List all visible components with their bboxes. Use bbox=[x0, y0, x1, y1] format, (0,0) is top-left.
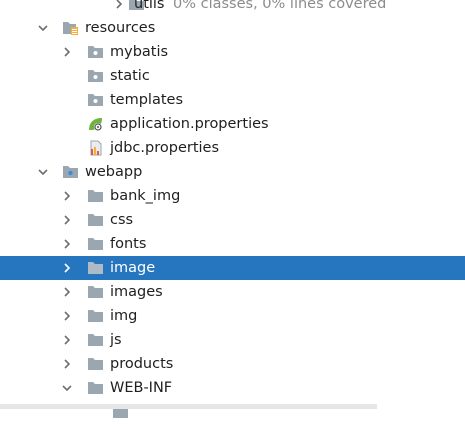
web-folder-icon bbox=[62, 164, 79, 180]
spring-leaf-icon bbox=[87, 116, 104, 132]
chevron-right-icon[interactable] bbox=[60, 208, 74, 232]
tree-node-mybatis[interactable]: mybatis bbox=[0, 40, 465, 64]
project-tree: utils 0% classes, 0% lines covered resou… bbox=[0, 0, 465, 418]
tree-node-web-inf[interactable]: WEB-INF bbox=[0, 376, 465, 400]
tree-node-jdbc-properties[interactable]: jdbc.properties bbox=[0, 136, 465, 160]
tree-node-resources[interactable]: resources bbox=[0, 16, 465, 40]
folder-icon bbox=[87, 332, 104, 348]
properties-file-icon bbox=[87, 140, 104, 156]
tree-node-label: WEB-INF bbox=[110, 380, 173, 396]
tree-node-label: bank_img bbox=[110, 188, 181, 204]
tree-node-label: jdbc.properties bbox=[110, 140, 220, 156]
tree-node-label: utils bbox=[134, 0, 165, 12]
tree-node-label: webapp bbox=[85, 164, 143, 180]
chevron-right-icon[interactable] bbox=[60, 328, 74, 352]
folder-icon bbox=[87, 188, 104, 204]
chevron-down-icon[interactable] bbox=[36, 16, 50, 40]
tree-node-label: css bbox=[110, 212, 134, 228]
tree-node-fonts[interactable]: fonts bbox=[0, 232, 465, 256]
tree-node-label: img bbox=[110, 308, 138, 324]
chevron-right-icon[interactable] bbox=[60, 352, 74, 376]
tree-node-label: products bbox=[110, 356, 174, 372]
chevron-right-icon[interactable] bbox=[60, 184, 74, 208]
chevron-right-icon[interactable] bbox=[60, 304, 74, 328]
tree-node-webapp[interactable]: webapp bbox=[0, 160, 465, 184]
tree-node-label: image bbox=[110, 260, 156, 276]
folder-icon bbox=[87, 308, 104, 324]
tree-node-img[interactable]: img bbox=[0, 304, 465, 328]
tree-node-label: mybatis bbox=[110, 44, 169, 60]
folder-icon bbox=[87, 284, 104, 300]
package-icon bbox=[87, 92, 104, 108]
tree-node-label: resources bbox=[85, 20, 156, 36]
package-icon bbox=[87, 68, 104, 84]
tree-node-application-properties[interactable]: application.properties bbox=[0, 112, 465, 136]
package-icon bbox=[87, 44, 104, 60]
tree-node-products[interactable]: products bbox=[0, 352, 465, 376]
tree-node-label: js bbox=[110, 332, 122, 348]
horizontal-scrollbar[interactable] bbox=[0, 404, 377, 409]
tree-node-static[interactable]: static bbox=[0, 64, 465, 88]
folder-icon bbox=[87, 236, 104, 252]
tree-node-templates[interactable]: templates bbox=[0, 88, 465, 112]
tree-node-image[interactable]: image bbox=[0, 256, 465, 280]
tree-node-label: fonts bbox=[110, 236, 147, 252]
chevron-right-icon[interactable] bbox=[112, 0, 126, 16]
folder-icon bbox=[87, 212, 104, 228]
resources-folder-icon bbox=[62, 20, 79, 36]
tree-node-utils[interactable]: utils 0% classes, 0% lines covered bbox=[0, 0, 465, 16]
chevron-right-icon[interactable] bbox=[60, 256, 74, 280]
chevron-right-icon[interactable] bbox=[60, 280, 74, 304]
folder-icon bbox=[87, 260, 104, 276]
tree-node-bank-img[interactable]: bank_img bbox=[0, 184, 465, 208]
tree-node-images[interactable]: images bbox=[0, 280, 465, 304]
chevron-down-icon[interactable] bbox=[36, 160, 50, 184]
chevron-right-icon[interactable] bbox=[60, 40, 74, 64]
tree-node-label: images bbox=[110, 284, 163, 300]
chevron-down-icon[interactable] bbox=[60, 376, 74, 400]
coverage-hint: 0% classes, 0% lines covered bbox=[173, 0, 387, 12]
tree-node-label: static bbox=[110, 68, 150, 84]
tree-node-label: templates bbox=[110, 92, 184, 108]
tree-node-label: application.properties bbox=[110, 116, 269, 132]
folder-icon bbox=[87, 380, 104, 396]
tree-node-css[interactable]: css bbox=[0, 208, 465, 232]
chevron-right-icon[interactable] bbox=[60, 232, 74, 256]
folder-icon bbox=[87, 356, 104, 372]
tree-node-js[interactable]: js bbox=[0, 328, 465, 352]
